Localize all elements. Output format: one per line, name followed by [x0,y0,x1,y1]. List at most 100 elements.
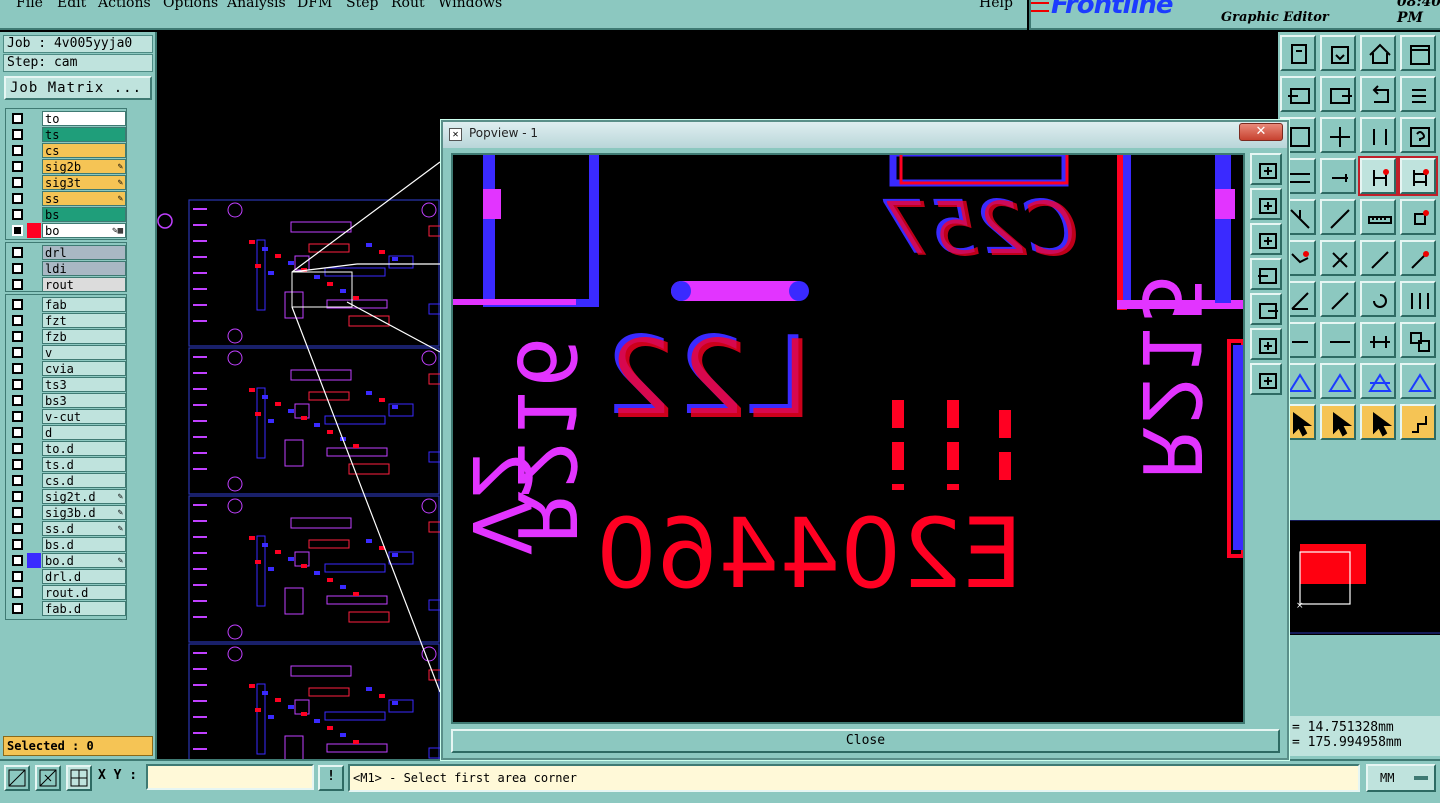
dimension-tool[interactable] [1360,322,1396,358]
layer-row-to.d[interactable]: to.d [8,441,126,456]
layer-checkbox[interactable] [12,379,23,390]
layer-checkbox[interactable] [12,427,23,438]
layer-name[interactable]: fzt [42,313,126,328]
layer-row-bo.d[interactable]: bo.d ✎ [8,553,126,568]
layer-name[interactable]: drl [42,245,126,260]
zoom-1to1-tool[interactable] [1360,117,1396,153]
layer-name[interactable]: ts3 [42,377,126,392]
menu-dfm[interactable]: DFM [297,0,332,11]
layer-name[interactable]: sig2b ✎ [42,159,126,174]
fit-bottom-button[interactable] [1250,223,1282,255]
layer-checkbox[interactable] [12,193,23,204]
layer-name[interactable]: ss ✎ [42,191,126,206]
help-tool[interactable] [1400,117,1436,153]
layer-name[interactable]: fab.d [42,601,126,616]
layer-checkbox[interactable] [12,539,23,550]
xy-input[interactable] [146,764,314,790]
layer-row-to[interactable]: to [8,111,126,126]
layer-checkbox[interactable] [12,225,23,236]
layer-name[interactable]: rout.d [42,585,126,600]
layer-name[interactable]: v-cut [42,409,126,424]
layer-name[interactable]: d [42,425,126,440]
layer-row-fzt[interactable]: fzt [8,313,126,328]
layer-row-bs3[interactable]: bs3 [8,393,126,408]
layer-row-ss.d[interactable]: ss.d ✎ [8,521,126,536]
layer-row-drl.d[interactable]: drl.d [8,569,126,584]
close-icon[interactable]: ✕ [1239,123,1283,141]
select-path-tool[interactable] [1400,404,1436,440]
layer-name[interactable]: bs3 [42,393,126,408]
window-tool[interactable] [1400,35,1436,71]
layer-checkbox[interactable] [12,145,23,156]
layer-checkbox[interactable] [12,129,23,140]
polygon-a-tool[interactable] [1320,363,1356,399]
layer-name[interactable]: drl.d [42,569,126,584]
net-bottom-tool[interactable] [1398,156,1438,196]
layer-name[interactable]: cvia [42,361,126,376]
redo-tool[interactable] [1400,76,1436,112]
layer-checkbox[interactable] [12,209,23,220]
line-measure-tool[interactable] [1320,322,1356,358]
layer-checkbox[interactable] [12,331,23,342]
layer-checkbox[interactable] [12,279,23,290]
menu-help[interactable]: Help [979,0,1013,11]
menu-edit[interactable]: Edit [57,0,86,11]
delete-tool[interactable] [1320,240,1356,276]
connect-end-tool[interactable] [1400,240,1436,276]
menu-file[interactable]: File [16,0,43,11]
layer-name[interactable]: cs [42,143,126,158]
measure-mode-icon[interactable] [35,765,61,791]
rotate-tool[interactable] [1360,281,1396,317]
layer-row-bo[interactable]: bo ✎▦ [8,223,126,238]
zoom-out-button[interactable] [1250,328,1282,360]
layer-row-ts3[interactable]: ts3 [8,377,126,392]
menu-analysis[interactable]: Analysis [227,0,286,11]
layer-checkbox[interactable] [12,263,23,274]
grid-mode-icon[interactable] [66,765,92,791]
layer-checkbox[interactable] [12,113,23,124]
layer-row-ss[interactable]: ss ✎ [8,191,126,206]
menu-rout[interactable]: Rout [391,0,425,11]
layer-row-cvia[interactable]: cvia [8,361,126,376]
import-tool[interactable] [1280,76,1316,112]
polygon-b-tool[interactable] [1360,363,1396,399]
layer-checkbox[interactable] [12,161,23,172]
copy-tool[interactable] [1400,322,1436,358]
layer-checkbox[interactable] [12,347,23,358]
menu-windows[interactable]: Windows [438,0,502,11]
connect-tool[interactable] [1360,240,1396,276]
layer-name[interactable]: bo ✎▦ [42,223,126,238]
menu-step[interactable]: Step [346,0,378,11]
close-button[interactable]: Close [451,729,1280,753]
layer-row-rout[interactable]: rout [8,277,126,292]
layer-checkbox[interactable] [12,395,23,406]
layer-row-cs[interactable]: cs [8,143,126,158]
layer-checkbox[interactable] [12,443,23,454]
line-add-tool[interactable] [1320,199,1356,235]
ruler-tool[interactable] [1360,199,1396,235]
layer-name[interactable]: to [42,111,126,126]
layer-checkbox[interactable] [12,459,23,470]
layer-row-ts.d[interactable]: ts.d [8,457,126,472]
layer-name[interactable]: fzb [42,329,126,344]
slash-tool[interactable] [1320,281,1356,317]
select-tool[interactable] [1320,404,1356,440]
layer-name[interactable]: bo.d ✎ [42,553,126,568]
pan-right-button[interactable] [1250,293,1282,325]
layer-name[interactable]: bs [42,207,126,222]
pad-round-tool[interactable] [1400,199,1436,235]
layer-checkbox[interactable] [12,523,23,534]
layer-name[interactable]: sig3t ✎ [42,175,126,190]
menu-actions[interactable]: Actions [98,0,151,11]
popview-titlebar[interactable]: ✕ Popview - 1 ✕ [443,122,1287,148]
layer-name[interactable]: ss.d ✎ [42,521,126,536]
route-tool[interactable] [1320,158,1356,194]
layer-row-ts[interactable]: ts [8,127,126,142]
layer-name[interactable]: to.d [42,441,126,456]
select-move-tool[interactable] [1360,404,1396,440]
export-tool[interactable] [1320,76,1356,112]
layer-row-fab[interactable]: fab [8,297,126,312]
popview-zoom-view[interactable]: L22 L22 C257 C257 E204460 R216 R215 V2 [451,153,1245,724]
layer-row-fab.d[interactable]: fab.d [8,601,126,616]
layer-checkbox[interactable] [12,571,23,582]
